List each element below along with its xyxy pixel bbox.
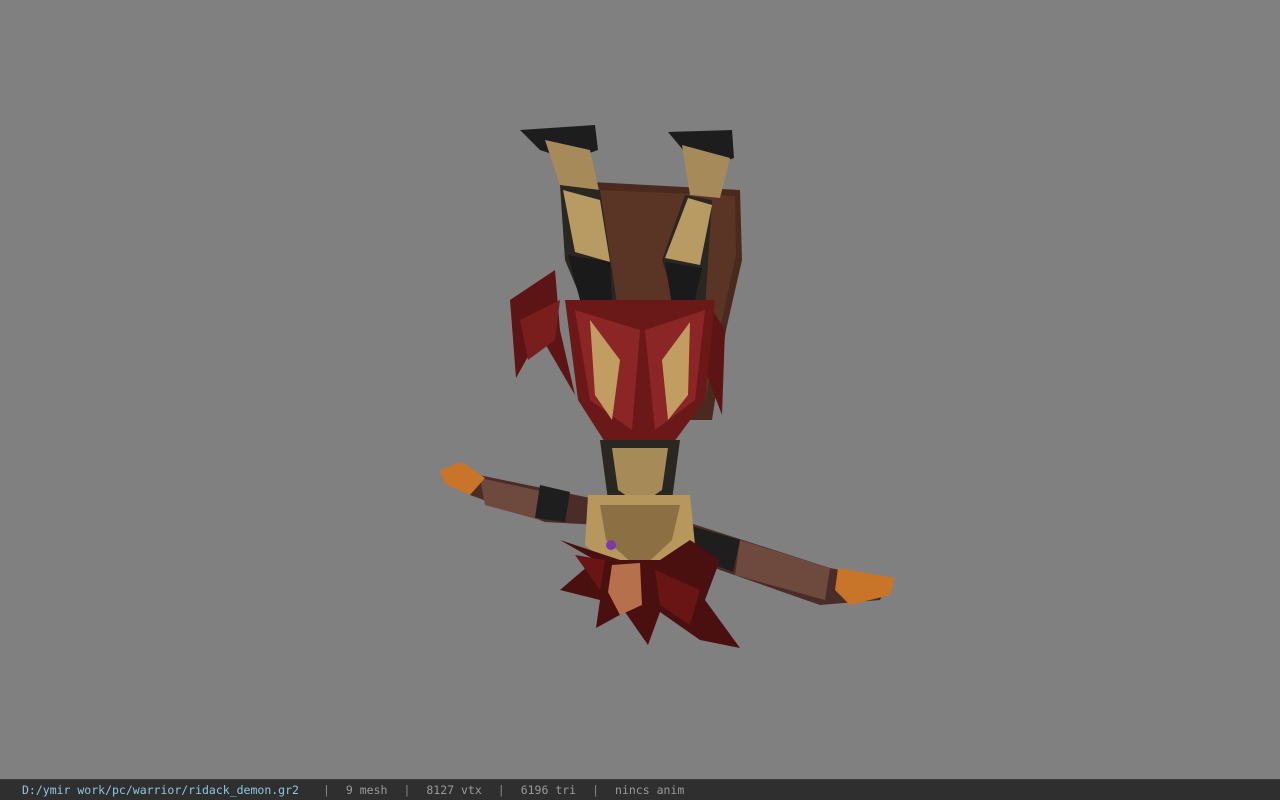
3d-viewport[interactable] bbox=[0, 0, 1280, 779]
separator: | bbox=[322, 783, 330, 797]
model-gem bbox=[606, 540, 616, 550]
separator: | bbox=[592, 783, 600, 797]
file-path: D:/ymir work/pc/warrior/ridack_demon.gr2 bbox=[22, 783, 299, 797]
mesh-count: 9 mesh bbox=[345, 783, 388, 797]
status-bar: D:/ymir work/pc/warrior/ridack_demon.gr2… bbox=[0, 779, 1280, 800]
triangle-count: 6196 tri bbox=[520, 783, 577, 797]
animation-status: nincs anim bbox=[615, 783, 685, 797]
character-model bbox=[440, 125, 895, 648]
separator: | bbox=[403, 783, 411, 797]
vertex-count: 8127 vtx bbox=[426, 783, 482, 797]
separator: | bbox=[497, 783, 505, 797]
